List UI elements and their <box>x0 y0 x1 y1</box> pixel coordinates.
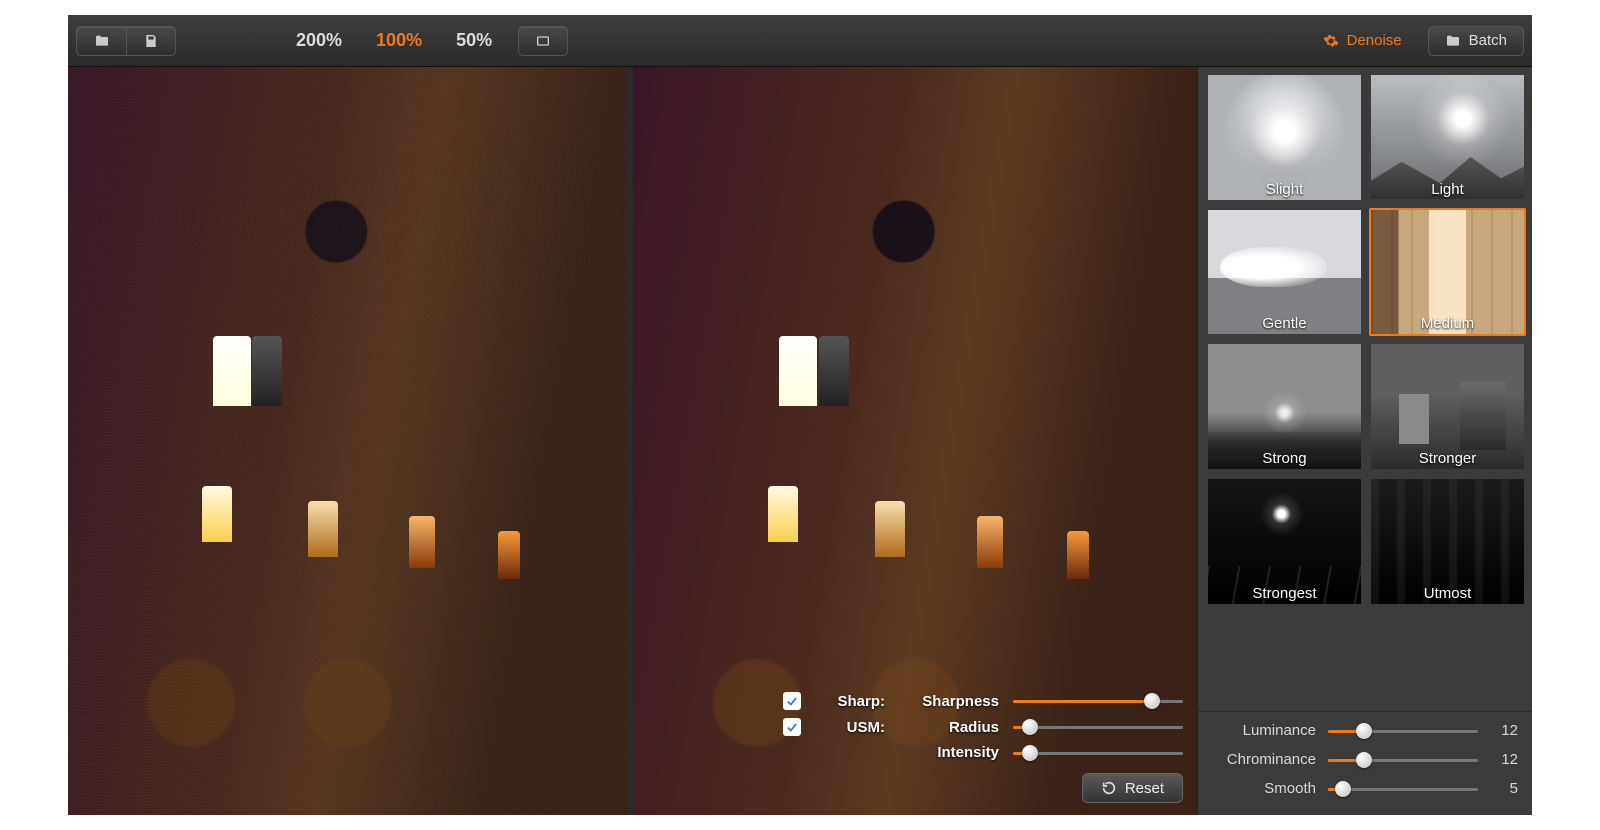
preview-area[interactable]: Sharp: Sharpness USM: Radius Intensity <box>68 67 1197 815</box>
smooth-slider[interactable] <box>1328 784 1478 794</box>
preset-slight[interactable]: Slight <box>1206 73 1363 202</box>
tab-denoise[interactable]: Denoise <box>1307 26 1418 56</box>
file-group <box>76 26 176 56</box>
check-icon <box>785 694 799 708</box>
chrominance-label: Chrominance <box>1206 751 1316 768</box>
smooth-value: 5 <box>1490 780 1518 797</box>
luminance-label: Luminance <box>1206 722 1316 739</box>
smooth-label: Smooth <box>1206 780 1316 797</box>
preset-gentle[interactable]: Gentle <box>1206 208 1363 337</box>
check-icon <box>785 720 799 734</box>
radius-slider[interactable] <box>1013 722 1183 732</box>
usm-label: USM: <box>815 719 885 736</box>
save-button[interactable] <box>126 26 176 56</box>
radius-label: Radius <box>899 719 999 736</box>
preset-strong[interactable]: Strong <box>1206 342 1363 471</box>
zoom-50[interactable]: 50% <box>446 26 502 56</box>
preset-label: Stronger <box>1371 450 1524 467</box>
preset-label: Strongest <box>1208 585 1361 602</box>
luminance-row: Luminance 12 <box>1206 722 1518 739</box>
sharp-label: Sharp: <box>815 693 885 710</box>
preset-strongest[interactable]: Strongest <box>1206 477 1363 606</box>
app-window: 200% 100% 50% Denoise Batch <box>68 15 1532 815</box>
folder-icon <box>1445 33 1461 49</box>
preset-label: Gentle <box>1208 315 1361 332</box>
luminance-slider[interactable] <box>1328 726 1478 736</box>
zoom-group: 200% 100% 50% <box>286 26 502 56</box>
preset-light[interactable]: Light <box>1369 73 1526 202</box>
intensity-slider[interactable] <box>1013 748 1183 758</box>
smooth-row: Smooth 5 <box>1206 780 1518 797</box>
preset-label: Utmost <box>1371 585 1524 602</box>
sharp-checkbox[interactable] <box>783 692 801 710</box>
sharpness-slider[interactable] <box>1013 696 1183 706</box>
side-panel: Slight Light Gentle Medium Strong Strong… <box>1197 67 1532 815</box>
intensity-label: Intensity <box>899 744 999 761</box>
fit-screen-button[interactable] <box>518 26 568 56</box>
open-button[interactable] <box>76 26 126 56</box>
gear-icon <box>1323 33 1339 49</box>
preset-area[interactable]: Slight Light Gentle Medium Strong Strong… <box>1198 67 1532 711</box>
tab-denoise-label: Denoise <box>1347 32 1402 49</box>
preset-label: Strong <box>1208 450 1361 467</box>
main-toolbar: 200% 100% 50% Denoise Batch <box>68 15 1532 67</box>
preset-medium[interactable]: Medium <box>1369 208 1526 337</box>
chrominance-value: 12 <box>1490 751 1518 768</box>
workspace: Sharp: Sharpness USM: Radius Intensity <box>68 67 1532 815</box>
intensity-row: Intensity <box>773 744 1184 761</box>
zoom-100[interactable]: 100% <box>366 26 432 56</box>
sharpening-overlay: Sharp: Sharpness USM: Radius Intensity <box>773 692 1184 803</box>
fit-screen-icon <box>535 33 551 49</box>
usm-checkbox[interactable] <box>783 718 801 736</box>
after-pane: Sharp: Sharpness USM: Radius Intensity <box>633 67 1198 815</box>
reset-icon <box>1101 780 1117 796</box>
preset-stronger[interactable]: Stronger <box>1369 342 1526 471</box>
before-pane <box>68 67 633 815</box>
preset-label: Medium <box>1371 315 1524 332</box>
zoom-200[interactable]: 200% <box>286 26 352 56</box>
usm-row: USM: Radius <box>773 718 1184 736</box>
denoise-sliders: Luminance 12 Chrominance 12 Smooth 5 <box>1198 711 1532 815</box>
sharp-row: Sharp: Sharpness <box>773 692 1184 710</box>
chrominance-row: Chrominance 12 <box>1206 751 1518 768</box>
luminance-value: 12 <box>1490 722 1518 739</box>
save-icon <box>143 33 159 49</box>
preset-label: Light <box>1371 181 1524 198</box>
tab-batch[interactable]: Batch <box>1428 26 1524 56</box>
reset-label: Reset <box>1125 780 1164 797</box>
sharpness-label: Sharpness <box>899 693 999 710</box>
reset-button[interactable]: Reset <box>1082 773 1183 803</box>
tab-batch-label: Batch <box>1469 32 1507 49</box>
preset-utmost[interactable]: Utmost <box>1369 477 1526 606</box>
chrominance-slider[interactable] <box>1328 755 1478 765</box>
preset-label: Slight <box>1208 181 1361 198</box>
folder-icon <box>94 33 110 49</box>
